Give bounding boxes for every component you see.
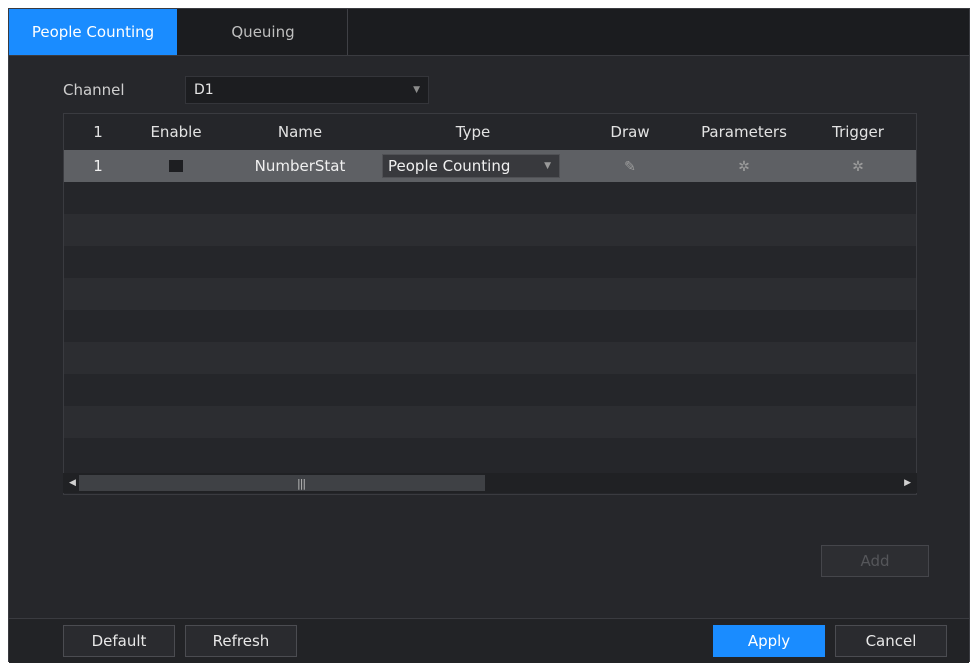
cancel-button[interactable]: Cancel [835, 625, 947, 657]
column-header-index: 1 [93, 123, 103, 141]
tab-people-counting[interactable]: People Counting [9, 9, 177, 55]
empty-row [64, 278, 916, 310]
chevron-down-icon: ▼ [544, 161, 551, 171]
gear-icon: ✲ [852, 159, 864, 175]
channel-value: D1 [194, 82, 214, 98]
column-header-parameters: Parameters [701, 123, 787, 141]
table-header: 1 Enable Name Type Draw Parameters Trigg… [64, 114, 916, 150]
channel-label: Channel [63, 81, 125, 99]
tab-bar: People Counting Queuing [9, 9, 969, 56]
scroll-left-icon[interactable]: ◀ [69, 475, 76, 491]
rules-table: 1 Enable Name Type Draw Parameters Trigg… [63, 113, 917, 495]
empty-row [64, 438, 916, 470]
column-header-draw: Draw [610, 123, 650, 141]
scrollbar-thumb[interactable]: ||| [79, 475, 485, 491]
type-value: People Counting [388, 157, 511, 175]
empty-row [64, 214, 916, 246]
draw-button[interactable]: ✎ [600, 150, 660, 182]
column-header-name: Name [277, 123, 323, 141]
table-row[interactable]: 1 NumberStat People Counting ▼ ✎ ✲ ✲ [64, 150, 916, 182]
tab-divider [347, 9, 348, 55]
trigger-button[interactable]: ✲ [818, 150, 898, 182]
parameters-button[interactable]: ✲ [684, 150, 804, 182]
empty-row [64, 342, 916, 374]
grip-icon: ||| [297, 477, 306, 490]
bottom-bar: Default Refresh Apply Cancel [9, 618, 969, 663]
column-header-type: Type [455, 123, 491, 141]
refresh-button[interactable]: Refresh [185, 625, 297, 657]
default-button[interactable]: Default [63, 625, 175, 657]
gear-icon: ✲ [738, 159, 750, 175]
chevron-down-icon: ▼ [413, 85, 420, 95]
column-header-trigger: Trigger [832, 123, 884, 141]
empty-row [64, 310, 916, 342]
tab-queuing[interactable]: Queuing [179, 9, 347, 55]
type-select[interactable]: People Counting ▼ [382, 154, 560, 178]
empty-row [64, 374, 916, 406]
rule-name: NumberStat [254, 157, 346, 175]
empty-row [64, 406, 916, 438]
people-counting-window: People Counting Queuing Channel D1 ▼ 1 E… [8, 8, 970, 663]
add-button[interactable]: Add [821, 545, 929, 577]
enable-checkbox[interactable] [169, 160, 183, 172]
apply-button[interactable]: Apply [713, 625, 825, 657]
channel-select[interactable]: D1 ▼ [185, 76, 429, 104]
empty-row [64, 182, 916, 214]
pencil-icon: ✎ [624, 159, 636, 175]
scroll-right-icon[interactable]: ▶ [904, 475, 911, 491]
horizontal-scrollbar[interactable]: ◀ ||| ▶ [63, 473, 917, 493]
row-index: 1 [93, 157, 103, 175]
column-header-enable: Enable [150, 123, 202, 141]
empty-row [64, 246, 916, 278]
